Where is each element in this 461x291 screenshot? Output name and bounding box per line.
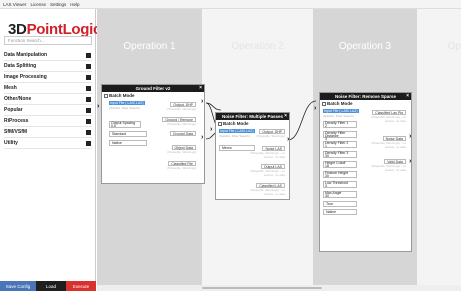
output-arrow-icon: › bbox=[201, 98, 204, 105]
menu-license[interactable]: License bbox=[30, 2, 46, 7]
category-popular[interactable]: Popular bbox=[4, 105, 92, 116]
category-data-splitting[interactable]: Data Splitting bbox=[4, 61, 92, 72]
feature-height-field[interactable]: Feature Height 30 bbox=[323, 171, 357, 178]
operation-title: Operation 3 bbox=[338, 41, 392, 52]
expand-icon bbox=[86, 107, 91, 113]
checkbox-icon bbox=[218, 121, 222, 126]
batch-mode-checkbox[interactable]: Batch Mode bbox=[320, 100, 411, 107]
port-note: (Shapefile, Warnings) - no section, no d… bbox=[371, 164, 406, 172]
node-noise-filter-sparse[interactable]: Noise Filter: Remove Sparse × Batch Mode … bbox=[319, 92, 412, 252]
node-header[interactable]: Ground Filter v2 × bbox=[102, 85, 204, 92]
workflow-canvas[interactable]: Operation 1 Operation 2 Operation 3 Op G… bbox=[97, 9, 461, 291]
port-note: (Shapefile, Warnings) bbox=[167, 122, 196, 126]
input-arrow-icon: › bbox=[210, 126, 213, 133]
close-icon[interactable]: × bbox=[406, 93, 409, 99]
checkbox-icon bbox=[104, 93, 108, 98]
port-note: (Shapefile, Warnings) - no section, no d… bbox=[250, 169, 285, 177]
menu-las-viewer[interactable]: LAS Viewer bbox=[3, 2, 26, 7]
port-note: (Shapefile, Warnings) bbox=[167, 150, 196, 154]
scroll-thumb[interactable] bbox=[202, 287, 322, 289]
expand-icon bbox=[86, 96, 91, 102]
port-note: (Shapefile, Warnings) bbox=[167, 107, 196, 111]
menu-bar: LAS Viewer License Settings Help bbox=[0, 0, 461, 9]
operation-title: Op bbox=[447, 41, 461, 52]
category-image-processing[interactable]: Image Processing bbox=[4, 72, 92, 83]
node-noise-filter-multiple[interactable]: Noise Filter: Multiple Passes × Batch Mod… bbox=[215, 112, 290, 200]
category-utility[interactable]: Utility bbox=[4, 138, 92, 149]
port-note: (Shapefile, Warnings) bbox=[167, 166, 196, 170]
batch-mode-checkbox[interactable]: Batch Mode bbox=[216, 120, 289, 127]
expand-icon bbox=[86, 52, 91, 58]
menu-settings[interactable]: Settings bbox=[50, 2, 66, 7]
operation-title: Operation 2 bbox=[231, 41, 284, 52]
port-note: (Shapefile, Warnings) bbox=[256, 134, 285, 138]
ground-data-port[interactable]: Ground Data bbox=[169, 131, 196, 136]
expand-icon bbox=[86, 129, 91, 135]
close-icon[interactable]: × bbox=[199, 85, 202, 91]
output-arrow-icon: › bbox=[201, 134, 204, 141]
expand-icon bbox=[86, 63, 91, 69]
input-file-port[interactable]: Input File (.LAS/.LAZ) bbox=[323, 109, 359, 113]
expand-icon bbox=[86, 118, 91, 124]
standard-select[interactable]: Standard bbox=[109, 131, 147, 137]
input-arrow-icon: › bbox=[97, 103, 100, 110]
input-file-port[interactable]: Input File (.LAS/.LAZ) bbox=[219, 129, 255, 133]
close-icon[interactable]: × bbox=[284, 113, 287, 119]
function-search-input[interactable]: Function Search... bbox=[4, 36, 92, 45]
density-filter-3-field[interactable]: Density Filter 3 30 bbox=[323, 151, 357, 158]
category-other-none[interactable]: Other/None bbox=[4, 94, 92, 105]
category-data-manipulation[interactable]: Data Manipulation bbox=[4, 50, 92, 61]
density-filter-distance-field[interactable]: Density Filter Distance 3 bbox=[323, 131, 357, 141]
height-cutoff-field[interactable]: Height Cutoff 18 bbox=[323, 161, 357, 168]
input-subtext: (Subdirs, Filter Search) bbox=[109, 106, 140, 110]
density-filter-1-field[interactable]: Density Filter 12 bbox=[323, 121, 357, 128]
native-select[interactable]: Native bbox=[323, 209, 357, 215]
input-file-port[interactable]: Input File (.LAS/.LAZ) bbox=[109, 101, 145, 105]
checkbox-icon bbox=[322, 101, 326, 106]
expand-icon bbox=[86, 140, 91, 146]
port-note: (Shapefile, Warnings) - no section, no d… bbox=[371, 141, 406, 149]
load-button[interactable]: Load bbox=[36, 281, 66, 291]
density-filter-2-field[interactable]: Density Filter 21 bbox=[323, 141, 357, 148]
input-subtext: (Subdirs, Filter Search) bbox=[323, 114, 354, 118]
expand-icon bbox=[86, 74, 91, 80]
horizontal-scrollbar[interactable] bbox=[97, 285, 461, 291]
node-ground-filter[interactable]: Ground Filter v2 × Batch Mode Input File … bbox=[101, 84, 205, 184]
expand-icon bbox=[86, 85, 91, 91]
batch-mode-checkbox[interactable]: Batch Mode bbox=[102, 92, 204, 99]
action-bar: Save Config Load Execute bbox=[0, 281, 96, 291]
port-note: (Shapefile, Warnings) - no section, no d… bbox=[250, 188, 285, 196]
output-spacing-field[interactable]: Output Spacing 0.5 bbox=[109, 121, 141, 128]
output-arrow-icon: › bbox=[287, 136, 290, 143]
output-arrow-icon: › bbox=[409, 133, 412, 140]
native-select[interactable]: Native bbox=[109, 140, 147, 146]
operation-column-4: Op bbox=[417, 9, 461, 291]
category-sfm-vsfm[interactable]: SfM/VSfM bbox=[4, 127, 92, 138]
low-threshold-field[interactable]: Low Threshold 3 bbox=[323, 181, 357, 188]
port-note: (Shapefile, Warnings) - no section, no d… bbox=[371, 115, 406, 123]
true-select[interactable]: True bbox=[323, 201, 357, 207]
input-subtext: (Subdirs, Filter Search) bbox=[219, 134, 250, 138]
category-mesh[interactable]: Mesh bbox=[4, 83, 92, 94]
output-arrow-icon: › bbox=[409, 158, 412, 165]
menu-help[interactable]: Help bbox=[70, 2, 79, 7]
operation-title: Operation 1 bbox=[123, 41, 176, 52]
node-header[interactable]: Noise Filter: Multiple Passes × bbox=[216, 113, 289, 120]
port-note: (Shapefile, Warnings) - no section, no d… bbox=[250, 151, 285, 159]
save-config-button[interactable]: Save Config bbox=[0, 281, 36, 291]
max-angle-field[interactable]: Max Angle 30 bbox=[323, 191, 357, 198]
node-header[interactable]: Noise Filter: Remove Sparse × bbox=[320, 93, 411, 100]
category-riprocess[interactable]: RiProcess bbox=[4, 116, 92, 127]
input-arrow-icon: › bbox=[314, 105, 317, 112]
execute-button[interactable]: Execute bbox=[66, 281, 96, 291]
function-sidebar: 3DPointLogicTM Function Search... Data M… bbox=[0, 9, 111, 291]
